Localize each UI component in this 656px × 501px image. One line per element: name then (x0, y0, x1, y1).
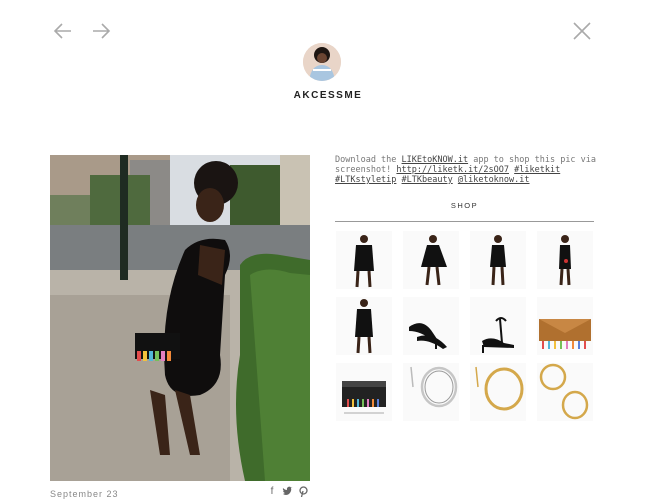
prev-button[interactable] (52, 20, 74, 42)
hashtag-link[interactable]: #LTKstyletip (335, 175, 396, 185)
next-button[interactable] (90, 20, 112, 42)
product-item[interactable] (403, 363, 459, 421)
description-prefix: Download the (335, 155, 397, 165)
close-button[interactable] (571, 20, 593, 42)
facebook-icon[interactable]: f (266, 486, 278, 498)
product-item[interactable] (537, 231, 593, 289)
product-item[interactable] (403, 231, 459, 289)
product-item[interactable] (537, 363, 593, 421)
product-item[interactable] (336, 231, 392, 289)
hashtag-link[interactable]: #LTKbeauty (402, 175, 453, 185)
hashtag-link[interactable]: #liketkit (514, 165, 560, 175)
avatar[interactable] (303, 43, 341, 81)
pinterest-icon[interactable] (297, 486, 309, 498)
shop-title: SHOP (450, 201, 479, 210)
app-link[interactable]: LIKEtoKNOW.it (402, 155, 469, 165)
username[interactable]: AKCESSME (0, 90, 656, 101)
shop-divider (335, 221, 594, 222)
mention-link[interactable]: @liketoknow.it (458, 175, 530, 185)
product-item[interactable] (470, 363, 526, 421)
product-item[interactable] (470, 297, 526, 355)
post-photo[interactable] (50, 155, 310, 481)
arrow-left-icon (53, 23, 71, 39)
close-icon (573, 22, 591, 40)
product-item[interactable] (403, 297, 459, 355)
short-link[interactable]: http://liketk.it/2sOO7 (396, 165, 509, 175)
post-description: Download the LIKEtoKNOW.it app to shop t… (335, 155, 597, 185)
arrow-right-icon (93, 23, 111, 39)
twitter-icon[interactable] (281, 486, 293, 498)
product-item[interactable] (537, 297, 593, 355)
post-date: September 23 (50, 489, 119, 499)
product-item[interactable] (470, 231, 526, 289)
product-item[interactable] (336, 363, 392, 421)
product-item[interactable] (336, 297, 392, 355)
